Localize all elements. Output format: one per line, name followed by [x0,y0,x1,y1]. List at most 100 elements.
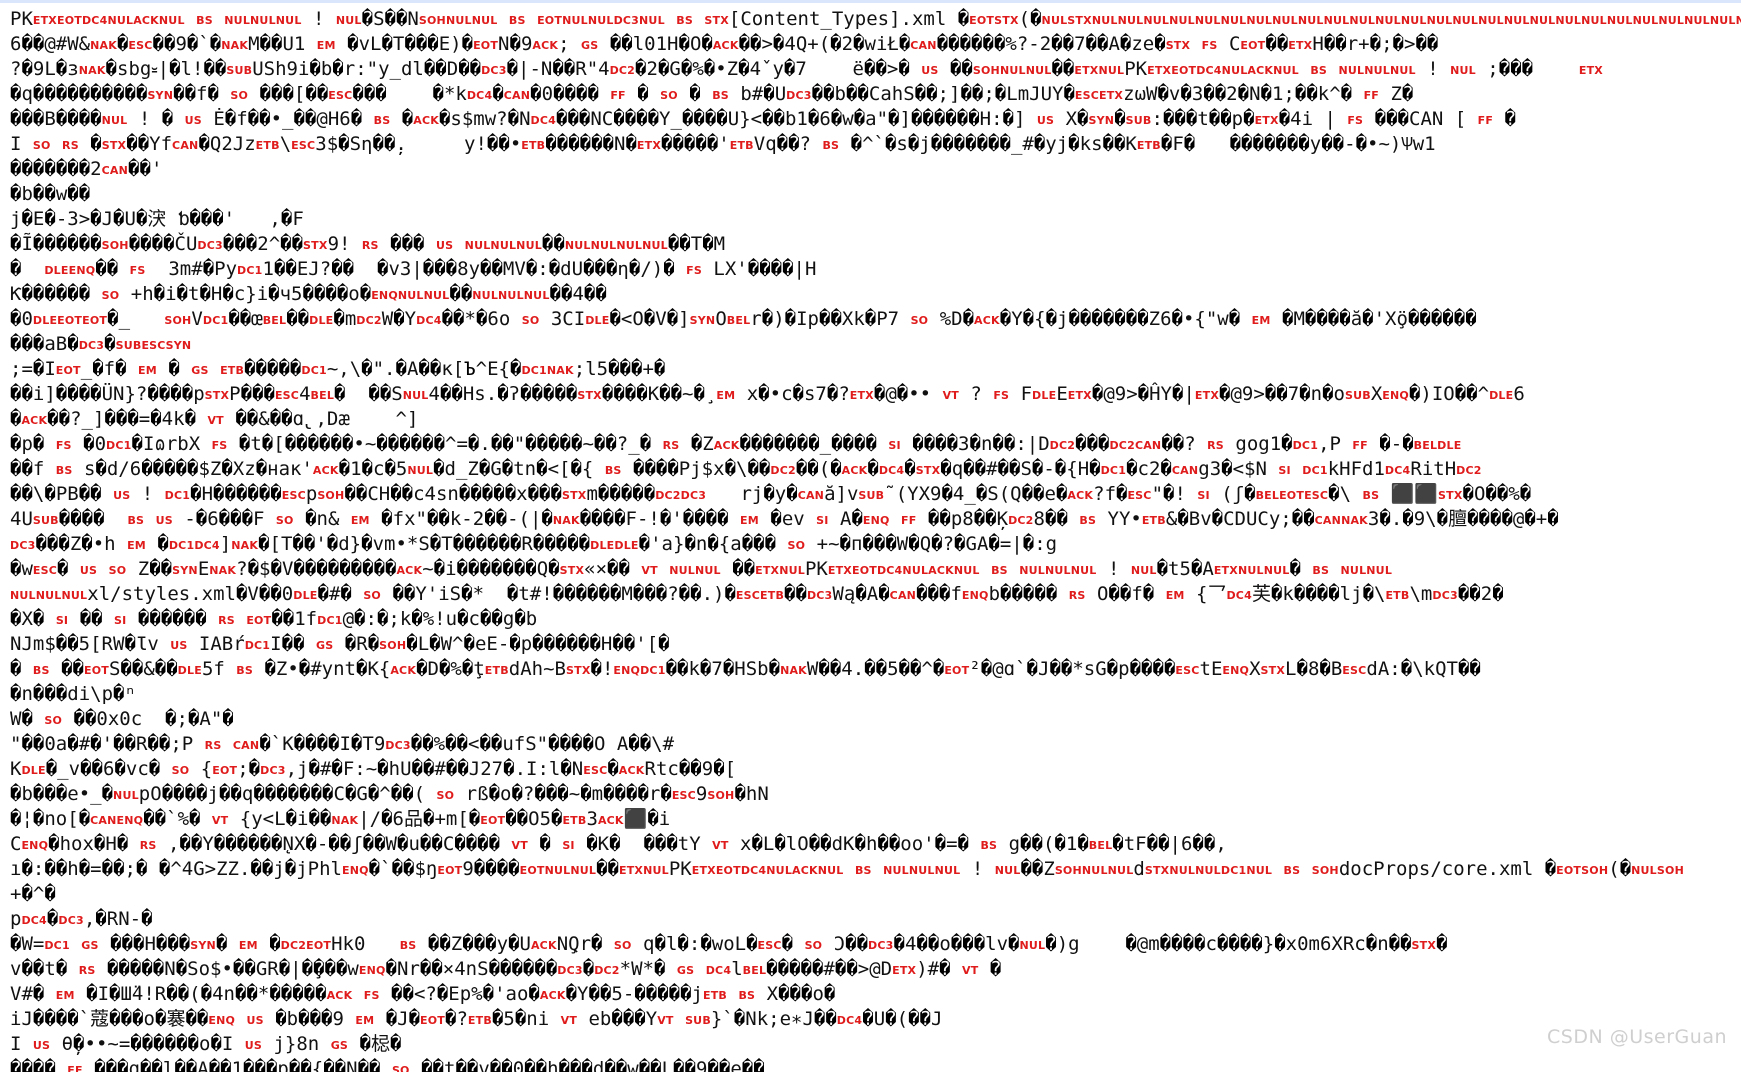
replacement-char: � [1045,308,1058,330]
replacement-char: � [885,533,897,555]
replacement-char: � [10,558,22,580]
replacement-char: � [1068,308,1080,330]
replacement-char: � [385,558,397,580]
replacement-char: � [90,733,102,755]
control-char: STX [704,14,729,27]
replacement-char: � [1045,508,1057,530]
control-char: US [244,1039,263,1052]
replacement-char: � [734,783,746,805]
replacement-char: � [509,358,522,380]
replacement-char: � [615,1058,628,1072]
control-char: ENQ [21,839,49,852]
text-viewer-pane[interactable]: PKETXEOTDC4NULACKNUL BS NULNULNUL ! NUL�… [0,3,1741,1072]
replacement-char: � [999,308,1012,330]
replacement-char: � [677,933,689,955]
replacement-char: � [1022,308,1035,330]
replacement-char: � [770,508,782,530]
replacement-char: � [44,283,56,305]
control-char: NUL [1375,14,1401,27]
replacement-char: � [261,433,274,455]
replacement-char: � [784,308,797,330]
replacement-char: � [458,483,471,505]
control-char: ACK [530,939,557,952]
replacement-char: � [522,958,535,980]
control-char: NUL [1169,14,1195,27]
replacement-char: � [477,833,489,855]
control-char: DC1 [106,439,132,452]
replacement-char: � [807,458,819,480]
control-char: SO [804,939,823,952]
replacement-char: � [368,858,381,880]
replacement-char: � [1077,108,1089,130]
control-char: DC3 [806,589,833,602]
replacement-char: � [245,233,258,255]
replacement-char: � [992,433,1004,455]
replacement-char: � [141,908,153,930]
control-char: NUL [1081,864,1108,877]
replacement-char: � [323,1058,335,1072]
control-char: DC2 [1049,439,1076,452]
replacement-char: � [408,1008,421,1030]
replacement-char: � [912,433,924,455]
replacement-char: � [539,833,551,855]
replacement-char: � [381,508,393,530]
replacement-char: � [777,958,790,980]
replacement-char: � [1102,308,1115,330]
replacement-char: � [341,433,354,455]
replacement-char: � [426,508,439,530]
replacement-char: � [132,933,145,955]
replacement-char: � [907,133,920,155]
replacement-char: � [101,783,114,805]
replacement-char: � [653,358,666,380]
replacement-char: � [1392,33,1404,55]
replacement-char: � [292,533,304,555]
replacement-char: � [83,433,95,455]
replacement-char: � [1174,108,1186,130]
replacement-char: � [811,83,824,105]
text-line: �ACK��?_]���=�4k� VT ��&��ɑ̢,Dæ ^] [10,408,419,430]
replacement-char: � [32,283,45,305]
control-char: EOT [437,864,463,877]
replacement-char: � [498,533,510,555]
control-char: RS [139,839,157,852]
replacement-char: � [280,208,293,230]
replacement-char: � [643,483,656,505]
replacement-char: � [1192,833,1204,855]
control-char: ETX [892,964,917,977]
replacement-char: � [514,608,526,630]
replacement-char: � [768,658,781,680]
replacement-char: � [484,508,496,530]
control-char: DC1 [168,539,195,552]
replacement-char: � [506,58,519,80]
control-char: BS [1362,489,1380,502]
replacement-char: � [135,208,148,230]
control-char: NUL [1709,14,1736,27]
replacement-char: � [831,433,843,455]
replacement-char: � [113,858,125,880]
replacement-char: � [392,583,404,605]
replacement-char: � [331,758,343,780]
replacement-char: � [773,108,785,130]
replacement-char: � [505,808,517,830]
control-char: NUL [1143,14,1170,27]
replacement-char: � [555,533,568,555]
replacement-char: � [90,233,102,255]
control-char: DC3 [1432,589,1458,602]
control-char: DC2 [356,314,382,327]
replacement-char: � [222,233,235,255]
replacement-char: � [516,808,529,830]
replacement-char: � [639,733,652,755]
replacement-char: � [1063,83,1075,105]
replacement-char: � [207,83,219,105]
control-char: SO [521,314,540,327]
replacement-char: � [548,433,560,455]
replacement-char: � [385,1008,398,1030]
replacement-char: � [932,658,945,680]
control-char: ETX [618,864,644,877]
replacement-char: � [32,1058,45,1072]
replacement-char: � [95,258,107,280]
replacement-char: � [222,283,234,305]
control-char: NAK [780,664,807,677]
control-char: SUB [685,1014,711,1027]
replacement-char: � [823,983,836,1005]
